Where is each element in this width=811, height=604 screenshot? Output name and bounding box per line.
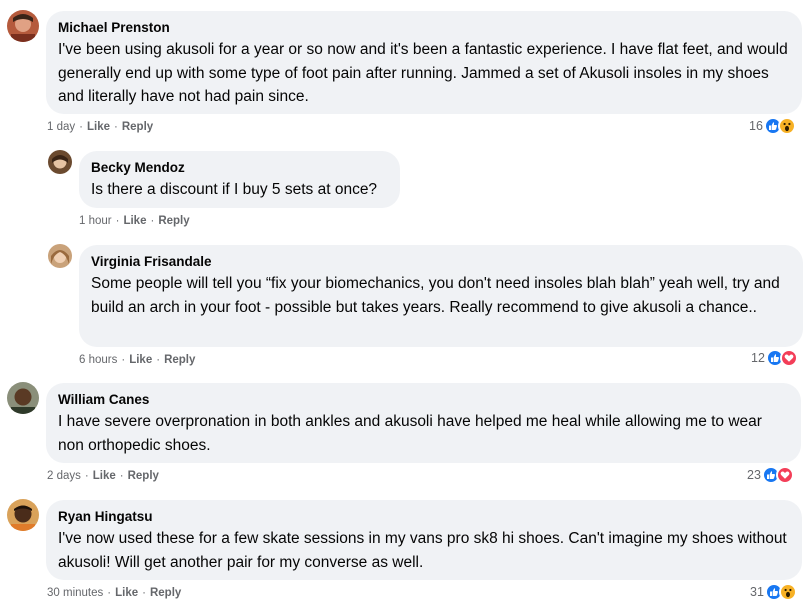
reply-button[interactable]: Reply [122,121,153,133]
comment-text: Is there a discount if I buy 5 sets at o… [91,181,378,198]
like-button[interactable]: Like [93,470,116,482]
avatar[interactable] [7,382,39,414]
like-button[interactable]: Like [115,587,138,599]
comment-text: I have severe overpronation in both ankl… [58,413,762,454]
comment-time[interactable]: 1 day [47,121,75,133]
love-icon [775,466,794,484]
comment-text: I've now used these for a few skate sess… [58,530,787,571]
avatar[interactable] [48,244,72,268]
reply-button[interactable]: Reply [158,215,189,227]
reply-button[interactable]: Reply [128,470,159,482]
like-button[interactable]: Like [123,215,146,227]
comment-meta: 1 hour · Like · Reply [79,215,190,227]
reaction-summary[interactable]: 12 [751,348,798,368]
avatar[interactable] [7,499,39,531]
comment-bubble: Virginia Frisandale Some people will tel… [79,245,803,347]
comment-author[interactable]: Michael Prenston [58,19,790,37]
reply-button[interactable]: Reply [164,354,195,366]
comment-bubble: Michael Prenston I've been using akusoli… [46,11,802,114]
avatar[interactable] [48,150,72,174]
comment-time[interactable]: 2 days [47,470,81,482]
like-button[interactable]: Like [87,121,110,133]
comment-time[interactable]: 6 hours [79,354,117,366]
wow-icon [778,583,797,601]
reaction-summary[interactable]: 23 [747,465,794,485]
comment-text: Some people will tell you “fix your biom… [91,275,780,316]
comment-time[interactable]: 30 minutes [47,587,103,599]
comment-author[interactable]: Ryan Hingatsu [58,508,790,526]
comment-bubble: William Canes I have severe overpronatio… [46,383,801,463]
love-icon [779,349,798,367]
reaction-count: 31 [750,585,764,599]
comment-time[interactable]: 1 hour [79,215,112,227]
comment-text: I've been using akusoli for a year or so… [58,41,788,105]
avatar[interactable] [7,10,39,42]
comment-meta: 6 hours · Like · Reply [79,354,196,366]
comment-bubble: Ryan Hingatsu I've now used these for a … [46,500,802,580]
reaction-count: 12 [751,351,765,365]
comment-meta: 30 minutes · Like · Reply [47,587,182,599]
comment-author[interactable]: Virginia Frisandale [91,253,791,271]
reaction-summary[interactable]: 16 [749,116,796,136]
reaction-count: 16 [749,119,763,133]
reply-button[interactable]: Reply [150,587,181,599]
comment-author[interactable]: William Canes [58,391,789,409]
comment-bubble: Becky Mendoz Is there a discount if I bu… [79,151,400,208]
reaction-count: 23 [747,468,761,482]
comment-meta: 2 days · Like · Reply [47,470,159,482]
like-button[interactable]: Like [129,354,152,366]
comment-author[interactable]: Becky Mendoz [91,159,388,177]
reaction-summary[interactable]: 31 [750,582,797,602]
wow-icon [777,117,796,135]
comment-meta: 1 day · Like · Reply [47,121,154,133]
